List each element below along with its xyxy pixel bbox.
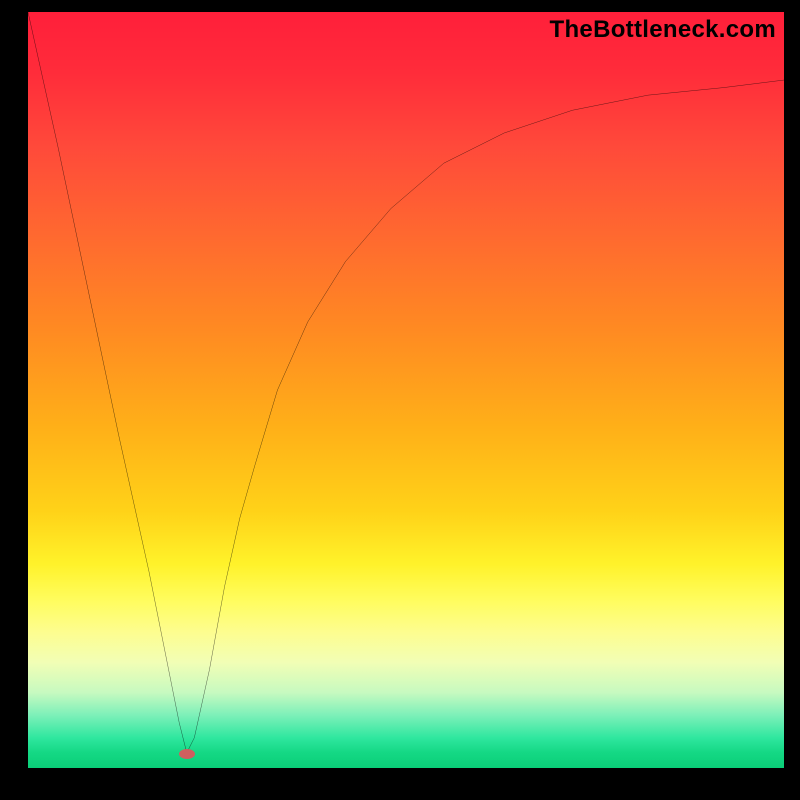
plot-area: TheBottleneck.com <box>28 12 784 768</box>
watermark-label: TheBottleneck.com <box>550 16 776 44</box>
optimum-marker-icon <box>179 749 195 759</box>
chart-canvas: TheBottleneck.com <box>0 0 800 800</box>
bottleneck-curve <box>28 12 784 768</box>
